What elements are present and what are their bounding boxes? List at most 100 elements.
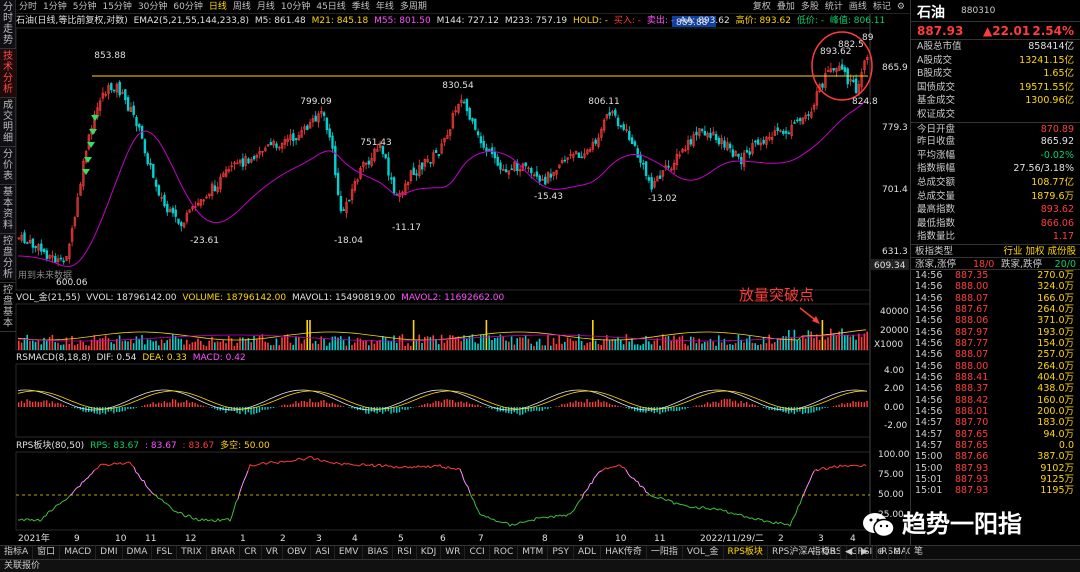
tool-button-2[interactable]: 多股 — [798, 0, 822, 13]
macd-bar — [740, 401, 742, 407]
period-tab-5[interactable]: 60分钟 — [170, 0, 205, 13]
period-tab-1[interactable]: 1分钟 — [40, 0, 70, 13]
indicator-tab-19[interactable]: MTM — [518, 546, 549, 559]
indicator-tab-11[interactable]: ASI — [311, 546, 335, 559]
indicator-tab-4[interactable]: DMA — [123, 546, 153, 559]
indicator-tab-8[interactable]: CR — [240, 546, 262, 559]
period-tab-2[interactable]: 5分钟 — [70, 0, 100, 13]
rps-segment — [423, 465, 427, 468]
rps-segment — [211, 519, 215, 522]
indicator-tab-17[interactable]: CCI — [465, 546, 490, 559]
period-tab-13[interactable]: 多周期 — [397, 0, 430, 13]
left-tab-0[interactable]: 分时走势 — [0, 0, 16, 49]
indicator-tab-15[interactable]: KDJ — [417, 546, 442, 559]
volume-bar — [687, 345, 689, 350]
period-tab-0[interactable]: 分时 — [16, 0, 40, 13]
indicator-tab-23[interactable]: 一阳指 — [647, 546, 683, 559]
left-tab-1[interactable]: 技术分析 — [0, 49, 16, 98]
volume-bar — [410, 345, 412, 350]
rps-segment — [393, 465, 397, 469]
linked-quote-label[interactable]: 关联报价 — [0, 561, 40, 571]
rps-segment — [383, 464, 387, 467]
rps-title[interactable]: RPS板块(80,50) — [16, 441, 84, 451]
indicator-tab-10[interactable]: OBV — [283, 546, 312, 559]
rps-segment — [395, 465, 399, 469]
indicator-nav-3[interactable]: ⊕ — [873, 546, 890, 559]
indicator-tab-22[interactable]: HAK传奇 — [601, 546, 647, 559]
tool-button-6[interactable]: ⚙ — [894, 0, 908, 13]
left-tab-3[interactable]: 分价表 — [0, 147, 16, 185]
tool-button-3[interactable]: 统计 — [822, 0, 846, 13]
x-axis-label: 5 — [398, 534, 404, 544]
macd-bar — [468, 403, 471, 407]
chart-area[interactable]: 853.88799.09751.43830.54806.11893.62882.… — [0, 0, 910, 545]
left-tab-4[interactable]: 基本资料 — [0, 185, 16, 234]
indicator-tab-14[interactable]: RSI — [393, 546, 417, 559]
rps-segment — [457, 467, 461, 470]
indicator-tab-25[interactable]: RPS板块 — [724, 546, 768, 559]
candle-body — [488, 149, 491, 151]
tick-volume: 270.0万 — [1037, 269, 1074, 281]
indicator-tab-3[interactable]: DMI — [96, 546, 123, 559]
advance-decline-row: 涨家,涨停 18/0 跌家,跌停 20/0 — [911, 256, 1080, 270]
indicator-tab-9[interactable]: VR — [262, 546, 284, 559]
indicator-tab-2[interactable]: MACD — [60, 546, 97, 559]
stat-label: 今日开盘 — [917, 123, 956, 135]
macd-bar — [74, 407, 76, 409]
macd-bar — [692, 406, 695, 407]
rps-segment — [443, 466, 447, 470]
rps-segment — [171, 508, 175, 512]
ema-params[interactable]: EMA2(5,21,55,144,233,8) — [134, 16, 249, 26]
period-tab-12[interactable]: 年线 — [373, 0, 397, 13]
indicator-tab-0[interactable]: 指标A — [0, 546, 34, 559]
tool-button-1[interactable]: 叠加 — [774, 0, 798, 13]
indicator-tab-13[interactable]: BIAS — [363, 546, 394, 559]
macd-bar — [732, 401, 734, 407]
period-tab-10[interactable]: 45日线 — [313, 0, 348, 13]
vol-title[interactable]: VOL_金(21,55) — [16, 293, 80, 303]
period-tab-6[interactable]: 日线 — [206, 0, 230, 13]
x-axis-label: 2021年 — [18, 532, 50, 544]
indicator-nav-0[interactable]: 指标B — [808, 546, 842, 559]
indicator-tab-7[interactable]: BRAR — [207, 546, 241, 559]
period-tab-8[interactable]: 月线 — [254, 0, 278, 13]
indicator-nav-4[interactable]: ⊖ — [889, 546, 906, 559]
indicator-tab-18[interactable]: ROC — [490, 546, 519, 559]
indicator-nav-2[interactable]: ▶ — [857, 546, 873, 559]
left-tab-5[interactable]: 控盘分析 — [0, 234, 16, 283]
indicator-tab-16[interactable]: WR — [441, 546, 466, 559]
indicator-tab-24[interactable]: VOL_金 — [683, 546, 724, 559]
indicator-tab-12[interactable]: EMV — [335, 546, 364, 559]
period-tab-4[interactable]: 30分钟 — [135, 0, 170, 13]
indicator-tab-1[interactable]: 窗口 — [33, 546, 61, 559]
macd-bar — [149, 403, 151, 407]
indicator-tab-5[interactable]: FSL — [152, 546, 178, 559]
tool-button-5[interactable]: 标记 — [870, 0, 894, 13]
indicator-tab-21[interactable]: ADL — [574, 546, 602, 559]
indicator-nav-1[interactable]: ◀ — [841, 546, 857, 559]
tool-button-0[interactable]: 复权 — [750, 0, 774, 13]
sidebar-bottom-label[interactable]: 笔 — [914, 547, 923, 557]
volume-bar — [678, 336, 681, 350]
left-tab-6[interactable]: 控盘基本 — [0, 283, 16, 332]
stat-label: 指数量比 — [917, 231, 956, 243]
indicator-tab-20[interactable]: PSY — [548, 546, 574, 559]
period-tab-11[interactable]: 季线 — [349, 0, 373, 13]
tick-time: 14:56 — [915, 315, 943, 327]
macd-bar — [457, 402, 459, 407]
left-tab-2[interactable]: 成交明细 — [0, 98, 16, 147]
period-tab-9[interactable]: 10分钟 — [278, 0, 313, 13]
volume-bar — [62, 344, 65, 350]
volume-bar — [790, 337, 793, 350]
tool-button-4[interactable]: 画线 — [846, 0, 870, 13]
stat-row: 指数量比 1.17 — [911, 230, 1080, 244]
volume-bar — [673, 335, 675, 350]
ma55-value: M55: 801.50 — [374, 16, 431, 26]
candle-body — [474, 118, 477, 130]
period-tab-7[interactable]: 周线 — [230, 0, 254, 13]
macd-title[interactable]: RSMACD(8,18,8) — [16, 353, 91, 363]
tick-list[interactable]: 14:56 887.35 270.0万 14:56 888.00 324.0万 14:56 8… — [911, 270, 1080, 497]
period-tab-3[interactable]: 15分钟 — [99, 0, 134, 13]
indicator-tab-6[interactable]: TRIX — [177, 546, 207, 559]
candle-body — [608, 112, 611, 116]
